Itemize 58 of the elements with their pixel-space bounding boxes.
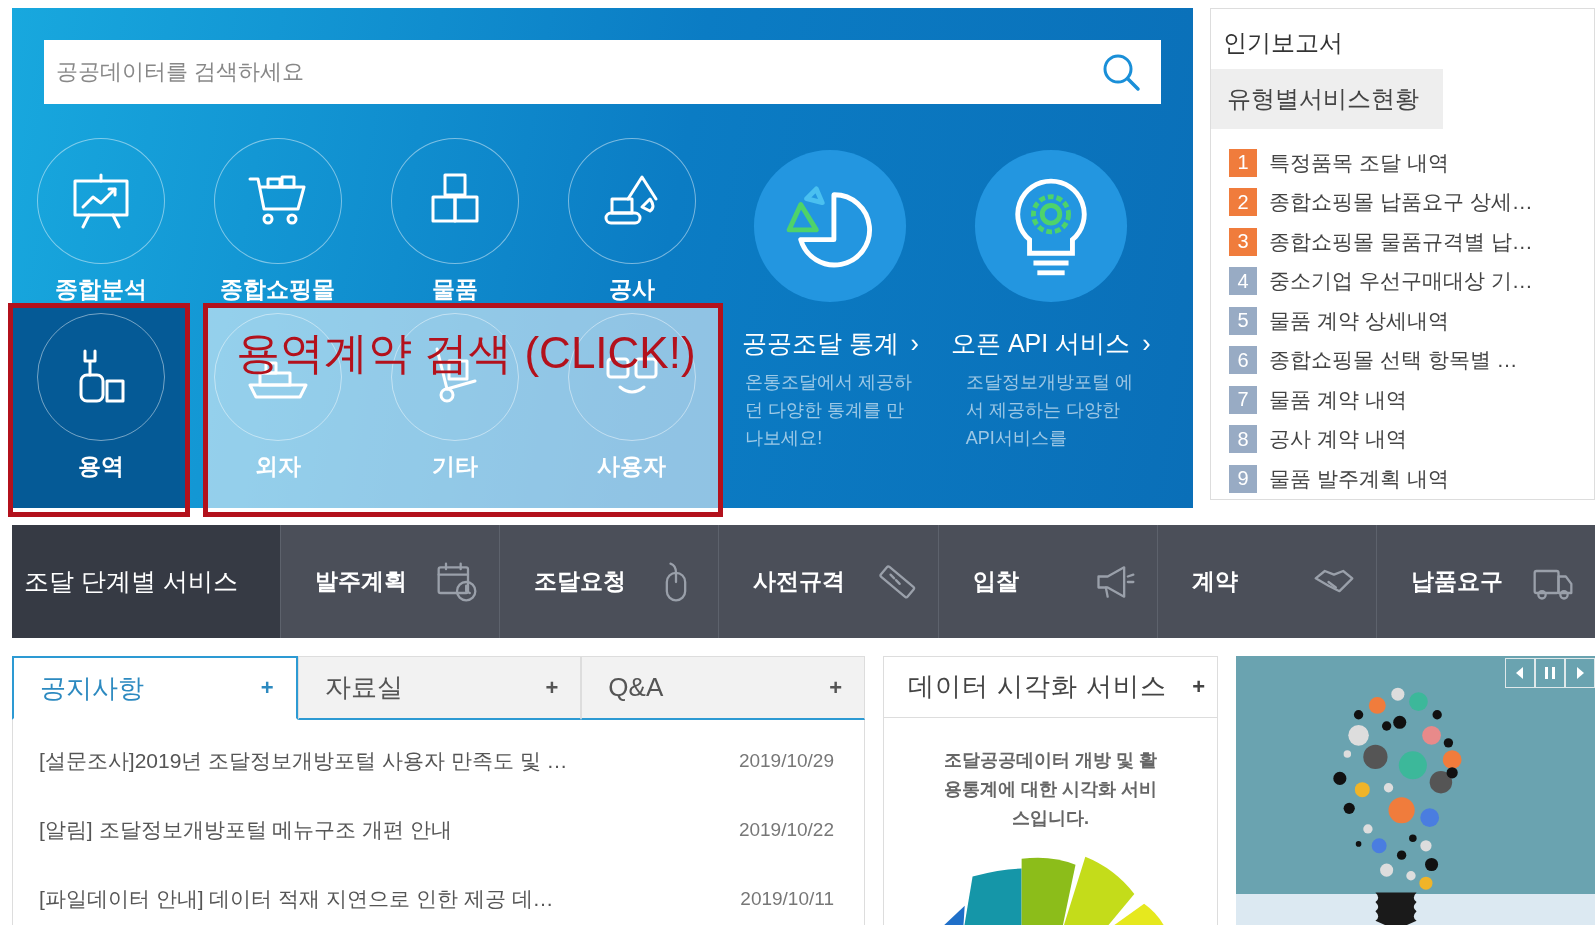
stage-button[interactable]: 입찰 (937, 525, 1157, 638)
rank-badge: 9 (1229, 464, 1257, 493)
board-tab[interactable]: 자료실 + (297, 656, 582, 720)
feature-arrow[interactable]: › (1142, 329, 1151, 357)
panel-title: 인기보고서 (1222, 28, 1344, 58)
report-link[interactable]: 중소기업 우선구매대상 기… (1269, 267, 1533, 296)
rank-badge: 2 (1229, 188, 1257, 217)
card-description: 조달공공데이터 개방 및 활용통계에 대한 시각화 서비스입니다. (943, 748, 1158, 830)
notice-date: 2019/10/29 (738, 749, 834, 772)
card-title: 데이터 시각화 서비스 (908, 670, 1168, 704)
search-icon[interactable] (1101, 52, 1141, 92)
feature-arrow[interactable]: › (910, 329, 919, 357)
report-link[interactable]: 종합쇼핑몰 납품요구 상세… (1269, 188, 1533, 217)
stage-button[interactable]: 조달요청 (499, 525, 719, 638)
feature-title-link[interactable]: 오픈 API 서비스 (951, 329, 1131, 357)
feature-description: 조달정보개방포털 에서 제공하는 다양한 API서비스를 (965, 371, 1134, 450)
more-link[interactable]: + (1192, 673, 1205, 700)
category-button[interactable]: 물품 (431, 274, 478, 305)
stage-button[interactable]: 계약 (1156, 525, 1376, 638)
rank-badge: 4 (1229, 267, 1257, 296)
stage-button[interactable]: 납품요구 (1375, 525, 1595, 638)
notice-link[interactable]: [설문조사]2019년 조달정보개방포털 사용자 만족도 및 … (39, 746, 568, 775)
feature-description: 온통조달에서 제공하던 다양한 통계를 만나보세요! (745, 371, 914, 450)
board-tab[interactable]: 공지사항 + (12, 656, 298, 720)
stage-button[interactable]: 사전규격 (718, 525, 938, 638)
search-bar[interactable]: 공공데이터를 검색하세요 (44, 40, 1161, 104)
rank-badge: 6 (1229, 346, 1257, 375)
rank-badge: 3 (1229, 227, 1257, 256)
pie-chart-icon[interactable] (752, 148, 909, 304)
notice-date: 2019/10/22 (738, 818, 834, 841)
report-link[interactable]: 물품 계약 내역 (1269, 385, 1407, 414)
annotation-text: 용역계약 검색 (CLICK!) (236, 328, 696, 377)
report-link[interactable]: 특정품목 조달 내역 (1269, 148, 1449, 177)
next-icon[interactable] (1565, 658, 1595, 688)
stage-bar-title: 조달 단계별 서비스 (12, 525, 280, 638)
rank-badge: 5 (1229, 306, 1257, 335)
stage-button[interactable]: 발주계획 (280, 525, 500, 638)
feature-title-link[interactable]: 공공조달 통계 (741, 329, 899, 357)
notice-date: 2019/10/11 (740, 887, 834, 910)
rank-badge: 7 (1229, 385, 1257, 414)
rank-badge: 8 (1229, 425, 1257, 454)
report-link[interactable]: 공사 계약 내역 (1269, 425, 1407, 454)
report-link[interactable]: 종합쇼핑몰 선택 항목별 … (1269, 346, 1518, 375)
fan-segment (1021, 857, 1075, 925)
report-link[interactable]: 물품 계약 상세내역 (1269, 306, 1449, 335)
previous-icon[interactable] (1505, 658, 1535, 688)
notice-link[interactable]: [파일데이터 안내] 데이터 적재 지연으로 인한 제공 데… (39, 884, 554, 913)
pause-icon[interactable] (1535, 658, 1565, 688)
report-tab[interactable]: 유형별서비스현황 (1211, 69, 1443, 129)
category-button[interactable]: 공사 (608, 274, 655, 305)
lightbulb-gear-icon[interactable] (972, 148, 1129, 304)
board-tab[interactable]: Q&A + (581, 656, 865, 720)
report-link[interactable]: 물품 발주계획 내역 (1269, 464, 1449, 493)
notice-link[interactable]: [알림] 조달정보개방포털 메뉴구조 개편 안내 (39, 815, 452, 844)
rank-badge: 1 (1229, 148, 1257, 177)
category-button[interactable]: 용역 (77, 451, 124, 482)
search-field[interactable]: 공공데이터를 검색하세요 (54, 58, 1101, 86)
report-link[interactable]: 종합쇼핑몰 물품규격별 납… (1269, 227, 1533, 256)
